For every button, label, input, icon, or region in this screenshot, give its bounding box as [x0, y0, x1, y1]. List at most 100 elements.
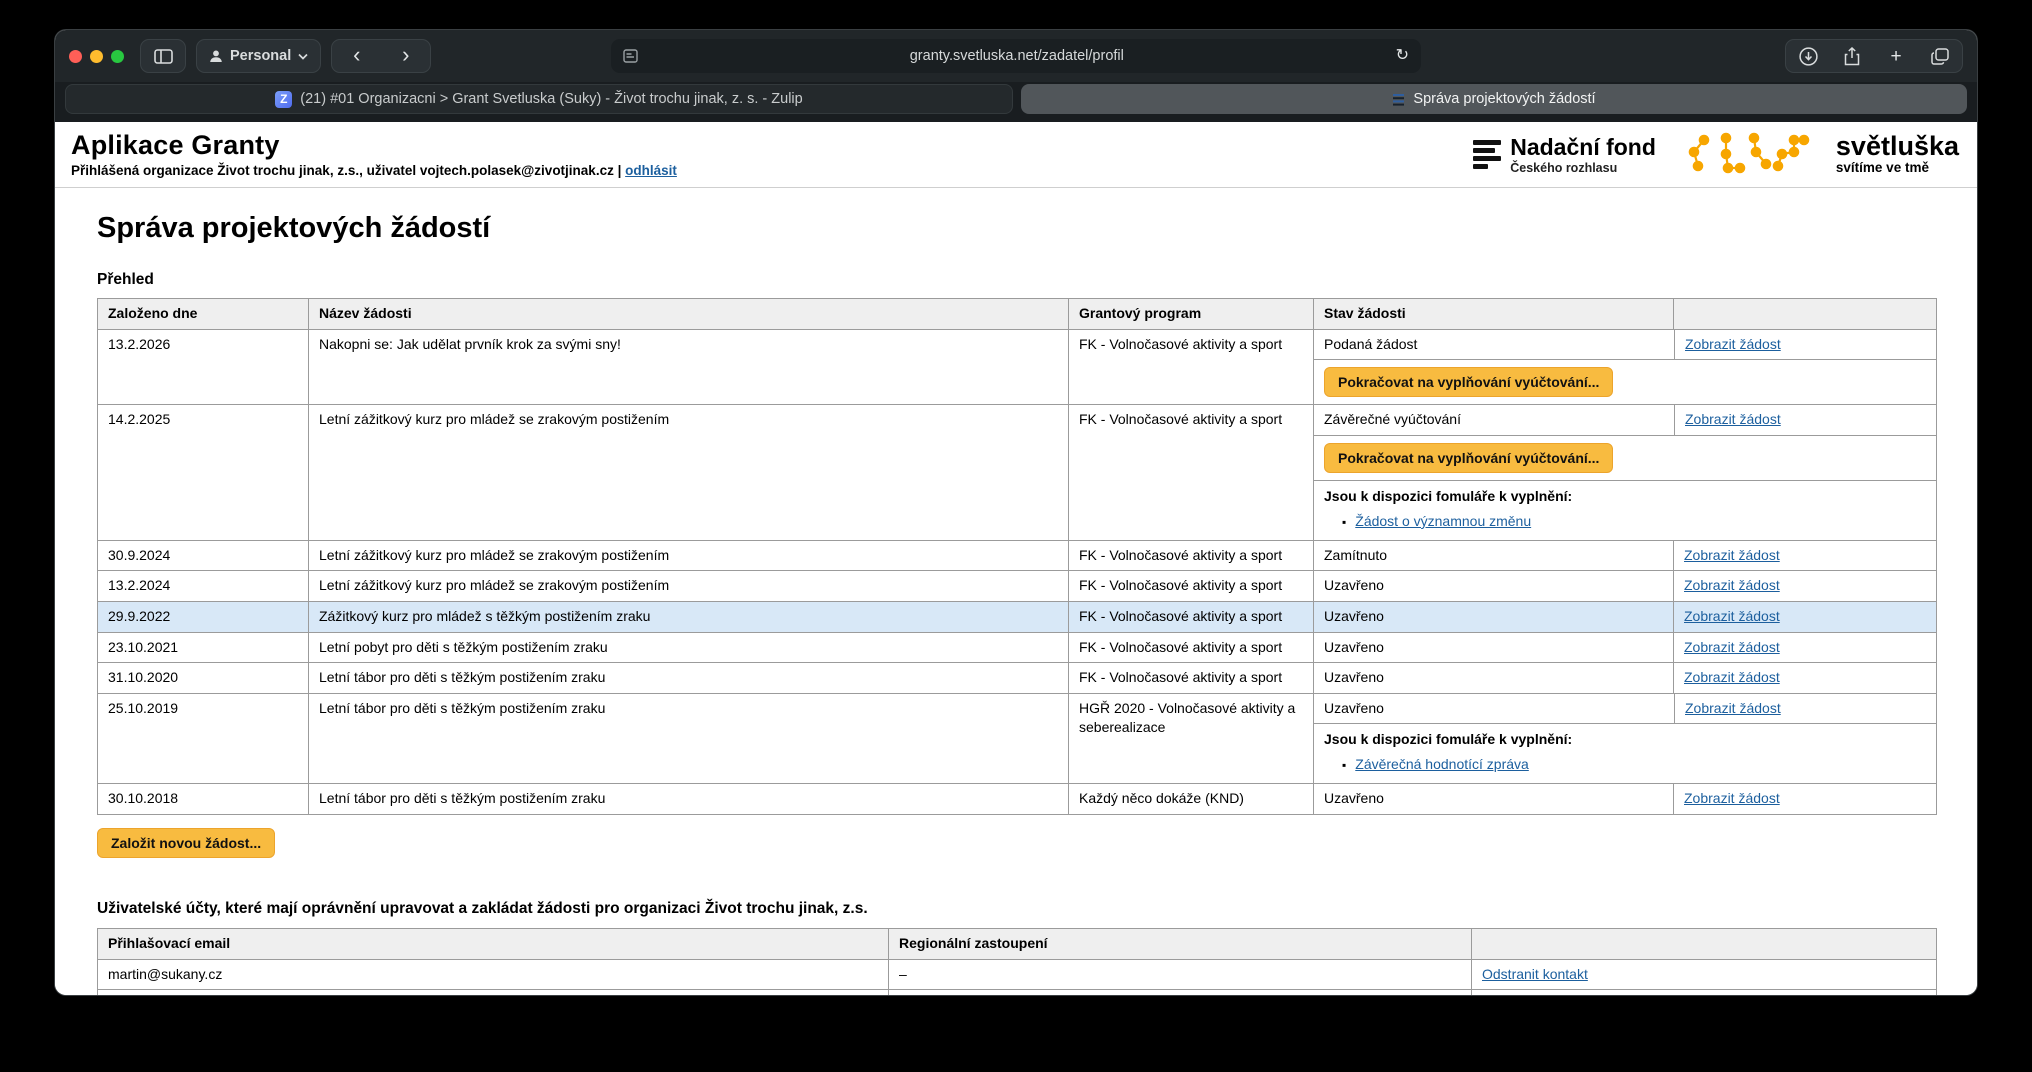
view-request-link[interactable]: Zobrazit žádost [1684, 608, 1780, 624]
sidebar-icon [154, 49, 173, 64]
cell-name: Letní zážitkový kurz pro mládež se zrako… [308, 571, 1068, 601]
sv-logo-title: světluška [1836, 133, 1959, 160]
downloads-button[interactable] [1786, 47, 1830, 66]
cell-action: Zobrazit žádost [1673, 571, 1936, 601]
nf-logo-subtitle: Českého rozhlasu [1510, 161, 1656, 175]
table-row: 25.10.2019 Letní tábor pro děti s těžkým… [98, 693, 1936, 784]
view-request-link[interactable]: Zobrazit žádost [1685, 700, 1781, 716]
window-controls [69, 50, 124, 63]
sidebar-toggle-button[interactable] [140, 39, 186, 73]
cell-program: FK - Volnočasové aktivity a sport [1068, 330, 1313, 405]
table-row-highlighted: 29.9.2022 Zážitkový kurz pro mládež s tě… [98, 601, 1936, 632]
cell-name: Letní tábor pro děti s těžkým postižením… [308, 663, 1068, 693]
cell-action: Zobrazit žádost [1673, 541, 1936, 571]
table-row: 30.10.2018 Letní tábor pro děti s těžkým… [98, 783, 1936, 814]
login-info-text: Přihlášená organizace Život trochu jinak… [71, 163, 621, 178]
tab-zulip[interactable]: Z (21) #01 Organizacni > Grant Svetluska… [65, 84, 1013, 114]
zoom-window-button[interactable] [111, 50, 124, 63]
sv-logo-subtitle: svítíme ve tmě [1836, 160, 1959, 175]
view-request-link[interactable]: Zobrazit žádost [1684, 639, 1780, 655]
tab-label: (21) #01 Organizacni > Grant Svetluska (… [300, 91, 802, 107]
view-request-link[interactable]: Zobrazit žádost [1684, 547, 1780, 563]
page-content: Aplikace Granty Přihlášená organizace Ži… [55, 122, 1977, 995]
cell-email: martin@sukany.cz [98, 960, 888, 990]
header-email: Přihlašovací email [98, 929, 888, 959]
new-tab-button[interactable]: + [1874, 47, 1918, 66]
cell-program: FK - Volnočasové aktivity a sport [1068, 663, 1313, 693]
logout-link[interactable]: odhlásit [625, 163, 677, 178]
view-request-link[interactable]: Zobrazit žádost [1685, 336, 1781, 352]
form-link[interactable]: Závěrečná hodnotící zpráva [1355, 756, 1529, 772]
back-button[interactable]: ‹ [332, 44, 381, 69]
close-window-button[interactable] [69, 50, 82, 63]
person-icon [209, 49, 223, 63]
forward-button[interactable]: › [381, 44, 430, 69]
cell-program: FK - Volnočasové aktivity a sport [1068, 405, 1313, 540]
tab-overview-button[interactable] [1918, 48, 1962, 65]
nf-logo-title: Nadační fond [1510, 134, 1656, 161]
cell-name: Letní zážitkový kurz pro mládež se zrako… [308, 541, 1068, 571]
header-name: Název žádosti [308, 299, 1068, 329]
share-button[interactable] [1830, 47, 1874, 66]
continue-accounting-button[interactable]: Pokračovat na vyplňování vyúčtování... [1324, 367, 1613, 397]
svetluska-logo: světluška svítíme ve tmě [1836, 133, 1959, 175]
address-bar[interactable]: granty.svetluska.net/zadatel/profil ↻ [611, 39, 1421, 73]
cell-name: Nakopni se: Jak udělat prvník krok za sv… [308, 330, 1068, 405]
site-header: Aplikace Granty Přihlášená organizace Ži… [55, 122, 1977, 188]
cell-program: FK - Volnočasové aktivity a sport [1068, 541, 1313, 571]
login-info: Přihlášená organizace Život trochu jinak… [71, 163, 677, 178]
form-list-item: Závěrečná hodnotící zpráva [1342, 756, 1572, 772]
cell-date: 30.9.2024 [98, 541, 308, 571]
form-link[interactable]: Žádost o významnou změnu [1355, 513, 1531, 529]
cell-name: Letní tábor pro děti s těžkým postižením… [308, 694, 1068, 784]
remove-contact-link[interactable]: Odstranit kontakt [1482, 966, 1588, 982]
new-request-button[interactable]: Založit novou žádost... [97, 828, 275, 858]
cell-action: Zobrazit žádost [1674, 330, 1936, 360]
cell-name: Letní pobyt pro děti s těžkým postižením… [308, 633, 1068, 663]
cell-email: petra.benedikova@zivotjinak.cz [98, 990, 888, 995]
browser-window: Personal ‹ › granty.svetluska.net/zadate… [55, 30, 1977, 995]
table-row: 13.2.2024 Letní zážitkový kurz pro mláde… [98, 570, 1936, 601]
header-program: Grantový program [1068, 299, 1313, 329]
cell-action: Zobrazit žádost [1674, 694, 1936, 724]
cell-action: Zobrazit žádost [1673, 784, 1936, 814]
tab-sprava-zadosti[interactable]: Správa projektových žádostí [1021, 84, 1967, 114]
users-table: Přihlašovací email Regionální zastoupení… [97, 928, 1937, 995]
reload-button[interactable]: ↻ [1396, 48, 1409, 64]
cell-date: 31.10.2020 [98, 663, 308, 693]
cell-action: Zobrazit žádost [1674, 405, 1936, 435]
page-settings-icon[interactable] [623, 49, 638, 63]
cesky-rozhlas-bars-icon [1473, 140, 1501, 169]
continue-accounting-button[interactable]: Pokračovat na vyplňování vyúčtování... [1324, 443, 1613, 473]
cell-name: Letní tábor pro děti s těžkým postižením… [308, 784, 1068, 814]
table-row: 23.10.2021 Letní pobyt pro děti s těžkým… [98, 632, 1936, 663]
view-request-link[interactable]: Zobrazit žádost [1684, 790, 1780, 806]
profile-switcher[interactable]: Personal [196, 39, 321, 73]
cell-date: 30.10.2018 [98, 784, 308, 814]
view-request-link[interactable]: Zobrazit žádost [1684, 577, 1780, 593]
cell-status: Uzavřeno [1313, 602, 1673, 632]
cell-status: Podaná žádost [1314, 330, 1674, 360]
share-icon [1844, 47, 1860, 66]
cell-action: Zobrazit žádost [1673, 633, 1936, 663]
cell-date: 13.2.2026 [98, 330, 308, 405]
cell-status: Závěrečné vyúčtování [1314, 405, 1674, 435]
toolbar-right-actions: + [1785, 39, 1963, 73]
minimize-window-button[interactable] [90, 50, 103, 63]
users-heading: Uživatelské účty, které mají oprávnění u… [97, 900, 1935, 918]
logos: Nadační fond Českého rozhlasu [1473, 130, 1959, 178]
header-status: Stav žádosti [1313, 299, 1673, 329]
view-request-link[interactable]: Zobrazit žádost [1685, 411, 1781, 427]
cell-program: Každý něco dokáže (KND) [1068, 784, 1313, 814]
applications-table-header: Založeno dne Název žádosti Grantový prog… [98, 299, 1936, 329]
cell-date: 25.10.2019 [98, 694, 308, 784]
header-actions [1673, 299, 1936, 329]
forms-available-label: Jsou k dispozici fomuláře k vyplnění: [1324, 731, 1572, 747]
overview-heading: Přehled [97, 271, 1935, 289]
header-user-actions [1471, 929, 1936, 959]
users-table-header: Přihlašovací email Regionální zastoupení [98, 929, 1936, 959]
cell-program: FK - Volnočasové aktivity a sport [1068, 571, 1313, 601]
page-title: Správa projektových žádostí [97, 212, 1935, 245]
view-request-link[interactable]: Zobrazit žádost [1684, 669, 1780, 685]
user-row: petra.benedikova@zivotjinak.cz – Odstran… [98, 989, 1936, 995]
